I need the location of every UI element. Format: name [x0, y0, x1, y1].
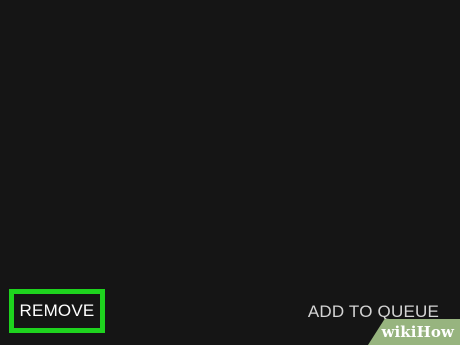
- watermark-wiki: wiki: [381, 323, 417, 341]
- app-screen: REMOVE ADD TO QUEUE wiki How: [0, 0, 460, 345]
- watermark-how: How: [416, 323, 454, 341]
- remove-button[interactable]: REMOVE: [20, 301, 95, 321]
- remove-highlight-box: REMOVE: [9, 289, 105, 333]
